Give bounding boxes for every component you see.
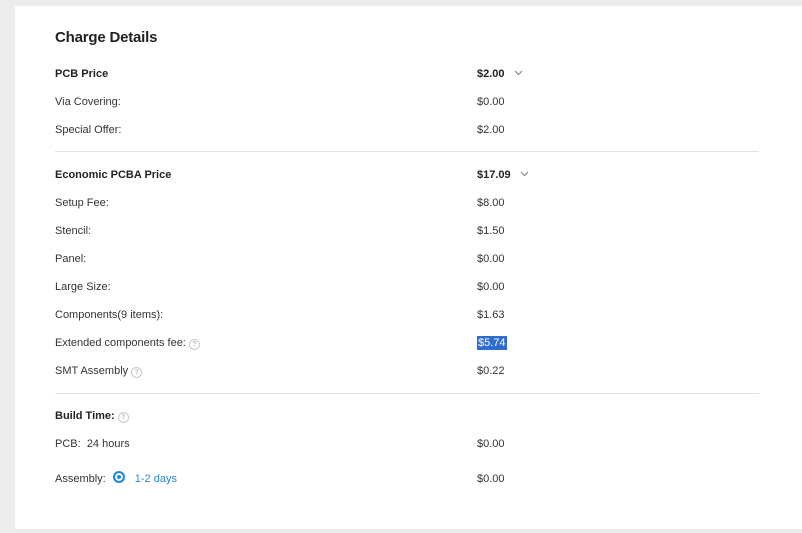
stencil-row: Stencil: $1.50 — [55, 221, 759, 241]
pcb-build-time-cost: $0.00 — [477, 438, 505, 450]
assembly-time-option[interactable]: 1-2 days — [135, 473, 177, 485]
via-covering-row: Via Covering: $0.00 — [55, 92, 759, 112]
via-covering-value: $0.00 — [477, 96, 505, 108]
pcb-build-time-label: PCB: — [55, 438, 81, 450]
chevron-down-icon[interactable] — [520, 171, 529, 177]
assembly-build-time-label: Assembly: — [55, 473, 106, 485]
assembly-build-time-row: Assembly: 1-2 days $0.00 — [55, 469, 759, 489]
special-offer-value: $2.00 — [477, 124, 505, 136]
panel-value: $0.00 — [477, 253, 505, 265]
extended-components-fee-label: Extended components fee: — [55, 337, 186, 349]
pcb-price-value-wrap[interactable]: $2.00 — [477, 64, 523, 84]
pcb-build-time-row: PCB: 24 hours $0.00 — [55, 434, 759, 454]
components-value: $1.63 — [477, 309, 505, 321]
smt-assembly-label-wrap: SMT Assembly? — [55, 361, 143, 381]
panel-row: Panel: $0.00 — [55, 249, 759, 269]
panel-label: Panel: — [55, 253, 87, 265]
chevron-down-icon[interactable] — [514, 70, 523, 76]
stencil-label: Stencil: — [55, 225, 92, 237]
components-row: Components(9 items): $1.63 — [55, 305, 759, 325]
extended-components-fee-value-wrap: $5.74 — [477, 333, 507, 353]
special-offer-label: Special Offer: — [55, 124, 122, 136]
stencil-value: $1.50 — [477, 225, 505, 237]
help-icon[interactable]: ? — [188, 339, 200, 350]
pcba-price-value: $17.09 — [477, 169, 511, 181]
section-divider — [55, 393, 759, 394]
setup-fee-value: $8.00 — [477, 197, 505, 209]
help-icon[interactable]: ? — [117, 412, 129, 423]
smt-assembly-row: SMT Assembly? $0.22 — [55, 361, 759, 381]
pcb-price-label: PCB Price — [55, 68, 109, 80]
large-size-value: $0.00 — [477, 281, 505, 293]
special-offer-row: Special Offer: $2.00 — [55, 120, 759, 140]
build-time-row: Build Time:? — [55, 406, 759, 426]
pcb-price-row[interactable]: PCB Price $2.00 — [55, 64, 759, 84]
smt-assembly-label: SMT Assembly — [55, 365, 129, 377]
smt-assembly-value: $0.22 — [477, 365, 505, 377]
extended-components-fee-label-wrap: Extended components fee:? — [55, 333, 200, 353]
pcba-price-value-wrap[interactable]: $17.09 — [477, 165, 529, 185]
help-icon[interactable]: ? — [131, 367, 143, 378]
pcb-build-time-value: 24 hours — [86, 438, 130, 450]
extended-components-fee-row: Extended components fee:? $5.74 — [55, 333, 759, 353]
charge-details-card: Charge Details PCB Price $2.00 Via Cover… — [15, 6, 802, 529]
pcba-price-label: Economic PCBA Price — [55, 169, 172, 181]
build-time-label: Build Time: — [55, 410, 115, 422]
pcba-price-row[interactable]: Economic PCBA Price $17.09 — [55, 165, 759, 185]
via-covering-label: Via Covering: — [55, 96, 121, 108]
pcb-price-value: $2.00 — [477, 68, 505, 80]
components-label: Components(9 items): — [55, 309, 164, 321]
section-divider — [55, 151, 759, 152]
assembly-build-time-cost: $0.00 — [477, 473, 505, 485]
setup-fee-row: Setup Fee: $8.00 — [55, 193, 759, 213]
build-time-label-wrap: Build Time:? — [55, 406, 129, 426]
setup-fee-label: Setup Fee: — [55, 197, 109, 209]
assembly-time-radio[interactable] — [112, 471, 125, 483]
large-size-row: Large Size: $0.00 — [55, 277, 759, 297]
assembly-build-time-label-wrap: Assembly: 1-2 days — [55, 469, 177, 489]
large-size-label: Large Size: — [55, 281, 111, 293]
extended-components-fee-value: $5.74 — [477, 336, 507, 350]
charge-details-title: Charge Details — [55, 29, 158, 46]
pcb-build-time-label-wrap: PCB: 24 hours — [55, 434, 130, 454]
